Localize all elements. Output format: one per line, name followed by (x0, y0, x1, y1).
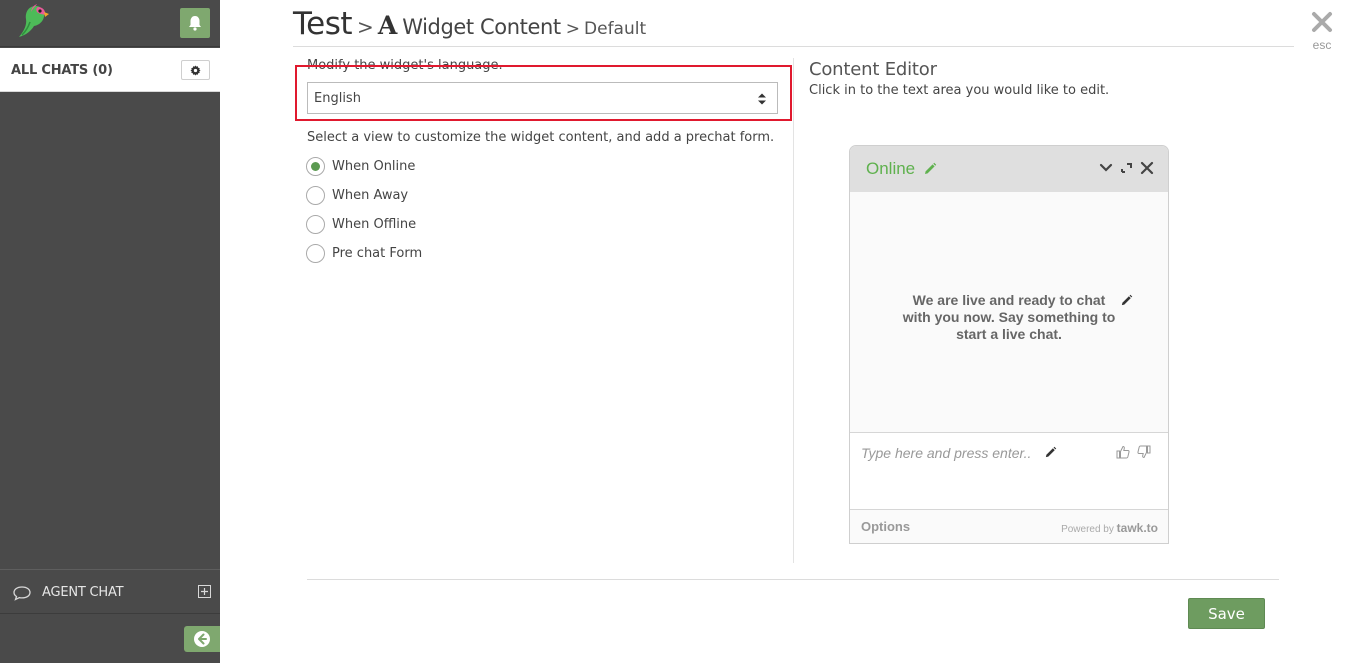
breadcrumb-section[interactable]: Widget Content (402, 15, 561, 39)
widget-content-glyph-icon: A (377, 11, 398, 40)
radio-label: When Away (332, 187, 409, 203)
radio-button[interactable] (306, 156, 325, 176)
edit-pencil-icon[interactable] (1044, 446, 1057, 459)
breadcrumb: Test > A Widget Content > Default (293, 6, 646, 46)
powered-by: Powered by tawk.to (1061, 521, 1158, 535)
footer-divider (307, 579, 1279, 580)
notifications-button[interactable] (180, 8, 210, 38)
radio-when-online[interactable]: When Online (306, 156, 415, 176)
close-widget-icon[interactable] (1139, 160, 1155, 176)
radio-button[interactable] (306, 214, 325, 234)
close-icon (1312, 12, 1332, 32)
brand-name: tawk.to (1116, 521, 1158, 535)
widget-input-area[interactable]: Type here and press enter.. (850, 432, 1168, 510)
widget-header: Online (850, 146, 1168, 192)
breadcrumb-separator: > (357, 15, 374, 39)
widget-status-text[interactable]: Online (866, 159, 915, 179)
collapse-sidebar-button[interactable] (184, 626, 220, 652)
breadcrumb-separator: > (565, 19, 581, 39)
widget-options-link[interactable]: Options (861, 519, 910, 534)
radio-label: When Online (332, 158, 416, 174)
widget-footer: Options Powered by tawk.to (850, 510, 1168, 543)
language-label: Modify the widget's language. (307, 58, 503, 73)
thumbs-up-icon[interactable] (1116, 445, 1130, 459)
all-chats-header[interactable]: ALL CHATS (0) (0, 48, 220, 92)
thumbs-down-icon[interactable] (1137, 445, 1151, 459)
minimize-chevron-icon[interactable] (1098, 160, 1114, 176)
widget-input-placeholder[interactable]: Type here and press enter.. (861, 445, 1031, 461)
radio-button[interactable] (306, 243, 325, 263)
chat-widget-preview: Online We are live and ready to chat wit… (849, 145, 1169, 544)
sidebar: ALL CHATS (0) AGENT CHAT (0, 0, 220, 663)
page-title[interactable]: Test (293, 6, 353, 42)
language-select[interactable]: English (307, 82, 778, 114)
content-editor-title: Content Editor (809, 59, 937, 80)
header-divider (293, 46, 1294, 47)
radio-button[interactable] (306, 185, 325, 205)
plus-box-icon[interactable] (198, 585, 211, 598)
widget-message-area[interactable]: We are live and ready to chat with you n… (850, 192, 1168, 432)
view-select-label: Select a view to customize the widget co… (307, 130, 775, 145)
edit-pencil-icon[interactable] (923, 162, 937, 176)
edit-pencil-icon[interactable] (1120, 294, 1133, 307)
content-editor-subtitle: Click in to the text area you would like… (809, 83, 1110, 98)
agent-chat-section[interactable]: AGENT CHAT (0, 569, 220, 614)
bell-icon (189, 16, 201, 31)
radio-pre-chat-form[interactable]: Pre chat Form (306, 243, 422, 263)
chat-bubble-icon (13, 586, 31, 601)
widget-welcome-message[interactable]: We are live and ready to chat with you n… (900, 292, 1118, 343)
select-arrows-icon (758, 93, 766, 105)
radio-label: When Offline (332, 216, 417, 232)
gear-icon (190, 64, 201, 76)
powered-by-label: Powered by (1061, 524, 1114, 535)
radio-label: Pre chat Form (332, 245, 423, 261)
sidebar-top-bar (0, 0, 220, 47)
save-button[interactable]: Save (1188, 598, 1265, 629)
breadcrumb-subsection: Default (584, 19, 647, 39)
radio-when-away[interactable]: When Away (306, 185, 408, 205)
all-chats-label: ALL CHATS (0) (11, 63, 113, 78)
arrow-left-circle-icon (194, 631, 210, 647)
chat-settings-button[interactable] (181, 60, 210, 80)
agent-chat-label: AGENT CHAT (42, 585, 124, 600)
language-select-value: English (314, 91, 361, 106)
close-esc-label: esc (1312, 38, 1332, 52)
popout-icon[interactable] (1119, 160, 1135, 176)
close-button[interactable]: esc (1306, 10, 1338, 56)
radio-when-offline[interactable]: When Offline (306, 214, 416, 234)
column-divider (793, 58, 794, 563)
parrot-logo-icon[interactable] (16, 2, 56, 42)
